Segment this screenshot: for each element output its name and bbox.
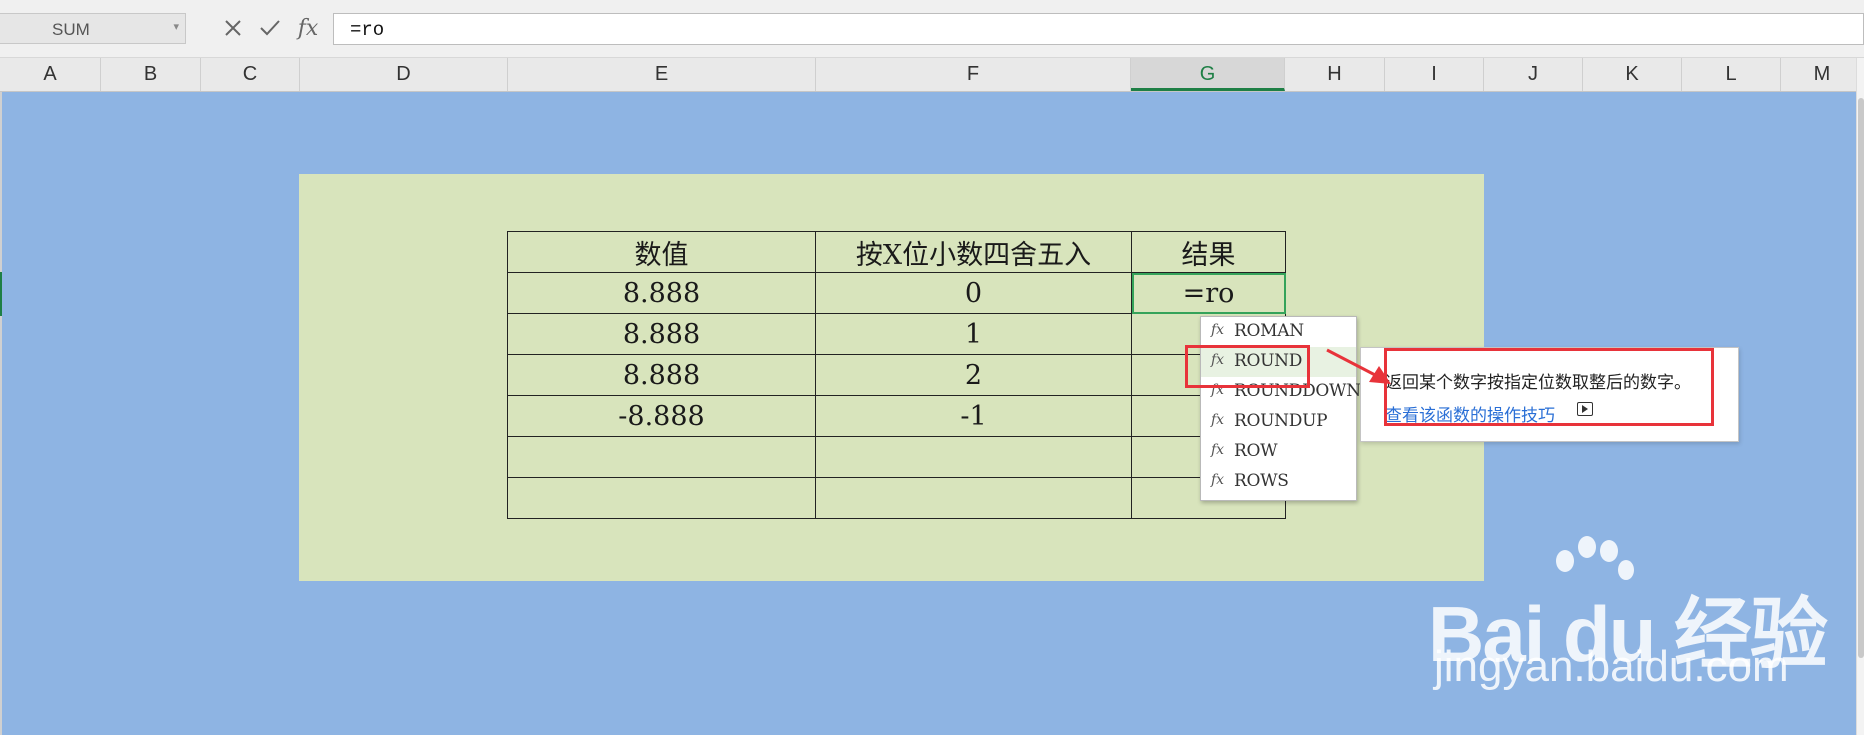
name-box[interactable]: SUM ▾ bbox=[0, 13, 186, 44]
formula-input-value: =ro bbox=[350, 19, 385, 41]
table-cell[interactable]: 0 bbox=[815, 272, 1132, 314]
table-header-row: 数值 按X位小数四舍五入 结果 bbox=[507, 231, 1286, 273]
table-cell[interactable]: 1 bbox=[815, 313, 1132, 355]
table-cell[interactable] bbox=[815, 477, 1132, 519]
column-header-f[interactable]: F bbox=[816, 58, 1131, 91]
function-option-label: ROW bbox=[1234, 441, 1278, 461]
baidu-watermark: Bai du 经验 jingyan.baidu.com bbox=[1428, 532, 1838, 702]
annotation-box-tooltip bbox=[1384, 348, 1714, 426]
formula-bar: SUM ▾ fx =ro bbox=[0, 0, 1864, 58]
row-header-strip bbox=[0, 92, 2, 735]
header-cell-value[interactable]: 数值 bbox=[507, 231, 816, 273]
table-row: 8.888 2 bbox=[507, 354, 1286, 396]
column-header-k[interactable]: K bbox=[1583, 58, 1682, 91]
header-cell-digits[interactable]: 按X位小数四舍五入 bbox=[815, 231, 1132, 273]
scrollbar-thumb[interactable] bbox=[1858, 98, 1864, 658]
table-cell[interactable]: -8.888 bbox=[507, 395, 816, 437]
table-row bbox=[507, 436, 1286, 478]
cancel-icon[interactable] bbox=[218, 12, 248, 44]
table-cell[interactable]: 8.888 bbox=[507, 272, 816, 314]
column-header-g[interactable]: G bbox=[1131, 58, 1285, 91]
function-option-label: ROMAN bbox=[1234, 321, 1304, 341]
paw-icon bbox=[1600, 540, 1618, 562]
table-row: 8.888 1 bbox=[507, 313, 1286, 355]
table-cell[interactable] bbox=[507, 477, 816, 519]
watermark-url: jingyan.baidu.com bbox=[1434, 642, 1789, 691]
function-option-rows[interactable]: fx ROWS bbox=[1201, 467, 1356, 497]
function-option-label: ROWS bbox=[1234, 471, 1289, 491]
insert-function-button[interactable]: fx bbox=[293, 12, 323, 44]
annotation-arrow-icon bbox=[1326, 348, 1391, 384]
column-header-a[interactable]: A bbox=[0, 58, 101, 91]
check-icon[interactable] bbox=[255, 12, 285, 44]
function-option-roundup[interactable]: fx ROUNDUP bbox=[1201, 407, 1356, 437]
table-cell[interactable] bbox=[507, 436, 816, 478]
column-header-d[interactable]: D bbox=[300, 58, 508, 91]
paw-icon bbox=[1556, 550, 1574, 572]
fx-icon: fx bbox=[297, 15, 319, 41]
function-option-label: ROUNDUP bbox=[1234, 411, 1328, 431]
table-row bbox=[507, 477, 1286, 519]
column-header-e[interactable]: E bbox=[508, 58, 816, 91]
function-option-row[interactable]: fx ROW bbox=[1201, 437, 1356, 467]
column-header-j[interactable]: J bbox=[1484, 58, 1583, 91]
formula-input[interactable]: =ro bbox=[333, 13, 1864, 45]
table-row: 8.888 0 =ro bbox=[507, 272, 1286, 314]
table-row: -8.888 -1 bbox=[507, 395, 1286, 437]
function-icon: fx bbox=[1211, 412, 1225, 428]
table-cell[interactable]: 2 bbox=[815, 354, 1132, 396]
function-icon: fx bbox=[1211, 472, 1225, 488]
name-box-value: SUM bbox=[52, 20, 90, 39]
table-cell[interactable]: 8.888 bbox=[507, 354, 816, 396]
function-icon: fx bbox=[1211, 322, 1225, 338]
column-header-c[interactable]: C bbox=[201, 58, 300, 91]
data-table: 数值 按X位小数四舍五入 结果 8.888 0 =ro 8.888 1 8.88… bbox=[507, 231, 1286, 519]
vertical-scrollbar[interactable] bbox=[1856, 58, 1864, 735]
column-header-i[interactable]: I bbox=[1385, 58, 1484, 91]
annotation-box-round bbox=[1185, 345, 1310, 388]
row-selection-marker bbox=[0, 272, 2, 316]
table-cell[interactable] bbox=[815, 436, 1132, 478]
chevron-down-icon[interactable]: ▾ bbox=[173, 20, 179, 33]
column-header-b[interactable]: B bbox=[101, 58, 201, 91]
paw-icon bbox=[1578, 536, 1596, 558]
column-header-l[interactable]: L bbox=[1682, 58, 1781, 91]
table-cell[interactable]: -1 bbox=[815, 395, 1132, 437]
header-cell-result[interactable]: 结果 bbox=[1131, 231, 1286, 273]
column-header-m[interactable]: M bbox=[1781, 58, 1864, 91]
column-header-h[interactable]: H bbox=[1285, 58, 1385, 91]
active-cell[interactable]: =ro bbox=[1131, 272, 1286, 314]
function-icon: fx bbox=[1211, 442, 1225, 458]
table-cell[interactable]: 8.888 bbox=[507, 313, 816, 355]
column-header: A B C D E F G H I J K L M bbox=[0, 58, 1864, 92]
